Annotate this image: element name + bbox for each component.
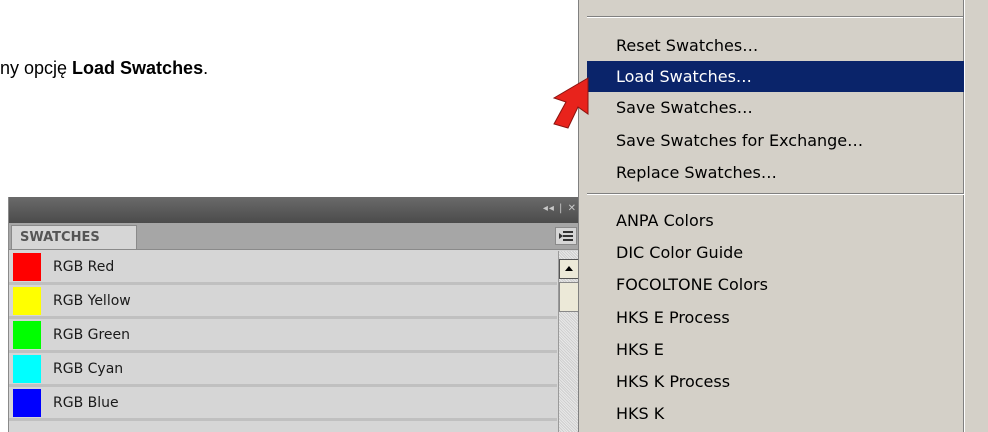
swatch-row[interactable]: RGB Green bbox=[9, 319, 557, 353]
menu-item-focoltone-colors[interactable]: FOCOLTONE Colors bbox=[587, 269, 964, 300]
menu-item-save-swatches-exchange[interactable]: Save Swatches for Exchange… bbox=[587, 125, 964, 156]
panel-tab-row: SWATCHES bbox=[9, 223, 581, 250]
scroll-thumb[interactable] bbox=[559, 282, 579, 312]
color-chip bbox=[13, 286, 41, 315]
panel-titlebar[interactable]: ◂◂ | ✕ bbox=[9, 197, 581, 223]
swatch-label: RGB Blue bbox=[53, 394, 119, 411]
menu-item-hks-e-process[interactable]: HKS E Process bbox=[587, 302, 964, 333]
swatch-label: RGB Cyan bbox=[53, 360, 124, 377]
menu-item-replace-swatches[interactable]: Replace Swatches… bbox=[587, 157, 964, 188]
red-pointer-arrow-icon bbox=[552, 77, 589, 129]
swatches-panel: ◂◂ | ✕ SWATCHES RGB Red RGB Yellow RGB G… bbox=[8, 197, 581, 432]
swatch-label: RGB Yellow bbox=[53, 292, 131, 309]
swatch-row[interactable]: RGB Yellow bbox=[9, 285, 557, 319]
swatch-row[interactable]: RGB Cyan bbox=[9, 353, 557, 387]
swatch-row[interactable]: RGB Blue bbox=[9, 387, 557, 421]
menu-item-hks-k-process[interactable]: HKS K Process bbox=[587, 366, 964, 397]
instruction-suffix: . bbox=[203, 58, 209, 78]
color-chip bbox=[13, 354, 41, 383]
scroll-up-arrow-icon[interactable] bbox=[559, 259, 579, 279]
instruction-text: ny opcję Load Swatches. bbox=[0, 58, 208, 79]
color-chip bbox=[13, 388, 41, 417]
swatch-row[interactable]: RGB Red bbox=[9, 251, 557, 285]
panel-menu-icon[interactable] bbox=[555, 227, 577, 245]
swatch-label: RGB Red bbox=[53, 258, 115, 275]
menu-item-dic-color-guide[interactable]: DIC Color Guide bbox=[587, 237, 964, 268]
menu-separator bbox=[587, 193, 964, 195]
panel-flyout-menu: Reset Swatches… Load Swatches… Save Swat… bbox=[578, 0, 988, 432]
collapse-close-icons[interactable]: ◂◂ | ✕ bbox=[543, 203, 577, 214]
swatch-list: RGB Red RGB Yellow RGB Green RGB Cyan RG… bbox=[9, 251, 557, 421]
menu-item-load-swatches[interactable]: Load Swatches… bbox=[587, 61, 964, 92]
instruction-bold: Load Swatches bbox=[72, 58, 204, 78]
menu-item-anpa-colors[interactable]: ANPA Colors bbox=[587, 205, 964, 236]
color-chip bbox=[13, 252, 41, 281]
menu-item-save-swatches[interactable]: Save Swatches… bbox=[587, 92, 964, 123]
menu-item-reset-swatches[interactable]: Reset Swatches… bbox=[587, 30, 964, 61]
color-chip bbox=[13, 320, 41, 349]
tab-swatches[interactable]: SWATCHES bbox=[11, 225, 137, 249]
menu-separator bbox=[587, 16, 963, 18]
swatch-label: RGB Green bbox=[53, 326, 131, 343]
instruction-prefix: ny opcję bbox=[0, 58, 73, 78]
menu-item-hks-e[interactable]: HKS E bbox=[587, 334, 964, 365]
menu-item-hks-k[interactable]: HKS K bbox=[587, 398, 964, 429]
